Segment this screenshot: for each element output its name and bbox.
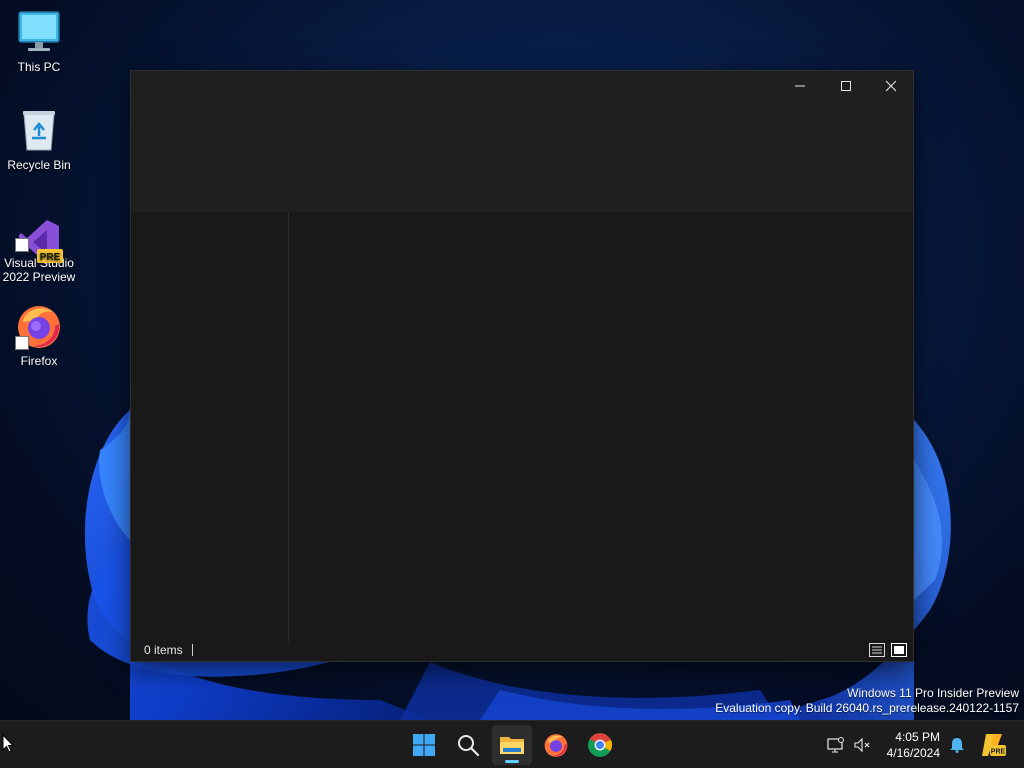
watermark-line-1: Windows 11 Pro Insider Preview (847, 686, 1019, 700)
minimize-button[interactable] (777, 71, 823, 101)
clock-time: 4:05 PM (895, 730, 940, 744)
notification-bell-icon (950, 738, 964, 753)
clock-date: 4/16/2024 (886, 746, 940, 760)
network-tray-button[interactable] (822, 725, 850, 765)
desktop-icon-label: This PC (17, 60, 61, 74)
taskbar: 4:05 PM 4/16/2024 PRE (0, 720, 1024, 768)
desktop-icon-recycle-bin[interactable]: Recycle Bin (0, 106, 78, 172)
firefox-taskbar-button[interactable] (536, 725, 576, 765)
close-button[interactable] (868, 71, 914, 101)
maximize-button[interactable] (823, 71, 869, 101)
status-separator (192, 644, 193, 656)
desktop-icon-this-pc[interactable]: This PC (0, 8, 78, 74)
desktop-icon-firefox[interactable]: Firefox (0, 302, 78, 368)
build-watermark: Windows 11 Pro Insider Preview Evaluatio… (715, 686, 1019, 716)
chrome-icon (588, 733, 613, 757)
large-icons-view-icon (891, 643, 907, 657)
firefox-icon (15, 302, 63, 350)
shortcut-arrow-icon (15, 238, 29, 252)
large-icons-view-button[interactable] (891, 643, 907, 657)
desktop-icon-label: Recycle Bin (7, 158, 71, 172)
status-bar: 0 items (131, 641, 913, 661)
item-count: 0 items (144, 643, 183, 657)
file-explorer-window: 0 items (130, 70, 914, 662)
details-view-button[interactable] (869, 643, 885, 657)
file-list-area[interactable] (289, 212, 913, 642)
minimize-icon (795, 85, 805, 87)
dev-pre-icon: PRE (982, 734, 1006, 756)
visual-studio-preview-icon: PRE (15, 204, 63, 264)
details-view-icon (869, 643, 885, 657)
firefox-icon (544, 734, 568, 757)
mouse-pointer-icon (2, 733, 15, 759)
dev-pre-tray-button[interactable]: PRE (974, 725, 1012, 765)
volume-muted-icon (854, 737, 870, 753)
window-title-bar[interactable] (131, 71, 913, 212)
notifications-button[interactable] (944, 725, 970, 765)
svg-text:PRE: PRE (991, 749, 1006, 756)
recycle-bin-icon (15, 106, 63, 154)
watermark-line-2: Evaluation copy. Build 26040.rs_prerelea… (715, 701, 1019, 715)
monitor-icon (15, 8, 63, 56)
chrome-taskbar-button[interactable] (580, 725, 620, 765)
file-explorer-taskbar-button[interactable] (492, 725, 532, 765)
close-icon (885, 80, 897, 92)
volume-tray-button[interactable] (848, 725, 876, 765)
shortcut-arrow-icon (15, 336, 29, 350)
maximize-icon (841, 81, 851, 91)
search-icon (458, 735, 480, 757)
svg-text:PRE: PRE (40, 252, 61, 263)
clock[interactable]: 4:05 PM 4/16/2024 (887, 729, 940, 761)
search-button[interactable] (448, 725, 488, 765)
desktop-icon-label: Firefox (20, 354, 58, 368)
folder-icon (500, 737, 524, 754)
network-icon (827, 737, 844, 753)
start-button[interactable] (404, 725, 444, 765)
windows-logo-icon (413, 734, 435, 756)
desktop-icon-visual-studio-preview[interactable]: PRE Visual Studio 2022 Preview (0, 204, 78, 284)
navigation-pane[interactable] (131, 212, 288, 642)
active-app-indicator (505, 760, 519, 763)
